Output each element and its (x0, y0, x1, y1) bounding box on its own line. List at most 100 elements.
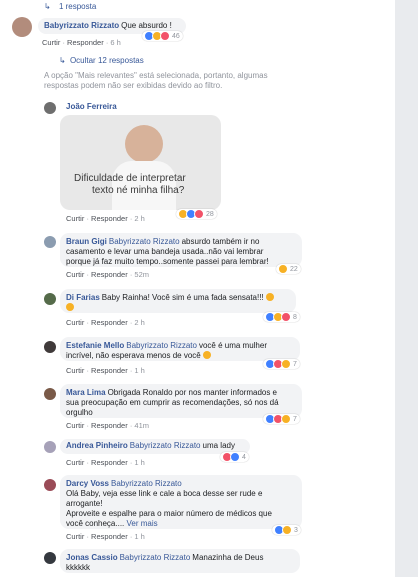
love-reaction-icon (281, 312, 291, 322)
like-action[interactable]: Curtir (66, 532, 84, 541)
reply-action[interactable]: Responder (91, 532, 128, 541)
reaction-summary[interactable]: 3 (272, 525, 301, 535)
avatar[interactable] (44, 341, 56, 353)
mention-tag[interactable]: Babyrizzato Rizzato (109, 237, 180, 246)
comment-author[interactable]: Estefanie Mello (66, 341, 124, 350)
love-reaction-icon (194, 209, 204, 219)
comment-bubble: Braun Gigi Babyrizzato Rizzato absurdo tam… (60, 233, 302, 267)
separator: · (129, 214, 133, 223)
view-replies-label: 1 resposta (58, 2, 97, 11)
reaction-summary[interactable]: 4 (220, 452, 249, 462)
meme-caption-line: texto né minha filha? (92, 185, 185, 196)
like-action[interactable]: Curtir (66, 366, 84, 375)
reply-action[interactable]: Responder (91, 214, 128, 223)
haha-reaction-icon (281, 414, 291, 424)
hide-replies-link[interactable]: ↳ Ocultar 12 respostas (59, 56, 144, 65)
mention-tag[interactable]: Babyrizzato Rizzato (111, 479, 182, 488)
reply-action[interactable]: Responder (91, 458, 128, 467)
separator: · (129, 421, 133, 430)
comment-time[interactable]: 2 h (134, 318, 144, 327)
avatar[interactable] (12, 17, 32, 37)
comment-text: sua preocupação em cumprir as recomendaç… (66, 398, 279, 407)
separator: · (129, 270, 133, 279)
reaction-count: 8 (293, 313, 297, 321)
separator: · (86, 318, 89, 327)
comment-author[interactable]: Babyrizzato Rizzato (44, 21, 119, 30)
separator: · (86, 214, 89, 223)
reaction-summary[interactable]: 22 (276, 264, 301, 274)
reaction-count: 7 (293, 360, 297, 368)
avatar[interactable] (44, 236, 56, 248)
comment-author[interactable]: Darcy Voss (66, 479, 109, 488)
avatar[interactable] (44, 441, 56, 453)
see-more-link[interactable]: Ver mais (127, 519, 158, 528)
mention-tag[interactable]: Babyrizzato Rizzato (130, 441, 201, 450)
person-face-graphic (125, 125, 163, 163)
reaction-count: 7 (293, 415, 297, 423)
comment-time[interactable]: 2 h (134, 214, 144, 223)
like-action[interactable]: Curtir (66, 458, 84, 467)
heart-eyes-emoji-icon (66, 303, 74, 311)
comment-image[interactable]: Dificuldade de interpretar texto né minh… (60, 115, 221, 210)
like-reaction-icon (230, 452, 240, 462)
reply-action[interactable]: Responder (67, 38, 104, 47)
comment-time[interactable]: 1 h (134, 458, 144, 467)
reaction-summary[interactable]: 28 (176, 209, 217, 219)
reply-action[interactable]: Responder (91, 318, 128, 327)
avatar[interactable] (44, 552, 56, 564)
comment-author[interactable]: Mara Lima (66, 388, 106, 397)
comment-actions: Curtir · Responder · 2 h (66, 318, 145, 327)
comment-bubble: Darcy Voss Babyrizzato Rizzato Olá Baby, … (60, 475, 302, 529)
reaction-summary[interactable]: 7 (263, 414, 300, 424)
comment-text: absurdo também ir no (181, 237, 260, 246)
avatar[interactable] (44, 479, 56, 491)
comment-bubble: Mara Lima Obrigada Ronaldo por nos manter… (60, 384, 302, 418)
separator: · (105, 38, 109, 47)
comment-text: você conheça.... (66, 519, 125, 528)
comment-author[interactable]: Andrea Pinheiro (66, 441, 128, 450)
mention-tag[interactable]: Babyrizzato Rizzato (120, 553, 191, 562)
comment-text: Que absurdo ! (121, 21, 172, 30)
comment-author[interactable]: Braun Gigi (66, 237, 107, 246)
like-action[interactable]: Curtir (66, 318, 84, 327)
comment-time[interactable]: 1 h (134, 366, 144, 375)
comment-actions: Curtir · Responder · 1 h (66, 532, 145, 541)
haha-reaction-icon (282, 525, 292, 535)
comment-text: porque já faz muito tempo..somente passe… (66, 257, 269, 266)
reaction-summary[interactable]: 8 (263, 312, 300, 322)
comment-time[interactable]: 1 h (134, 532, 144, 541)
reaction-count: 4 (242, 453, 246, 461)
reply-action[interactable]: Responder (91, 270, 128, 279)
comment-time[interactable]: 52m (134, 270, 149, 279)
comment-text: kkkkkk (66, 563, 90, 572)
avatar[interactable] (44, 293, 56, 305)
like-action[interactable]: Curtir (42, 38, 60, 47)
meme-caption: Dificuldade de interpretar texto né minh… (74, 173, 186, 197)
like-action[interactable]: Curtir (66, 421, 84, 430)
like-action[interactable]: Curtir (66, 214, 84, 223)
comment-text: incrível, não esperava menos de você (66, 351, 201, 360)
comment-actions: Curtir · Responder · 6 h (42, 38, 121, 47)
mention-tag[interactable]: Babyrizzato Rizzato (126, 341, 197, 350)
reaction-summary[interactable]: 46 (142, 31, 183, 41)
right-sidebar-strip (395, 0, 418, 577)
reply-action[interactable]: Responder (91, 366, 128, 375)
separator: · (129, 366, 133, 375)
comment-author[interactable]: Di Farias (66, 293, 100, 302)
avatar[interactable] (44, 102, 56, 114)
view-replies-link[interactable]: ↳ 1 resposta (44, 2, 96, 11)
comment-text: você é uma mulher (198, 341, 267, 350)
comment-text: arrogante! (66, 499, 103, 508)
comment-time[interactable]: 41m (134, 421, 149, 430)
reply-action[interactable]: Responder (91, 421, 128, 430)
filter-notice: A opção "Mais relevantes" está seleciona… (44, 71, 374, 91)
reaction-count: 22 (290, 265, 298, 273)
reaction-count: 28 (206, 210, 214, 218)
comment-time[interactable]: 6 h (110, 38, 120, 47)
reaction-summary[interactable]: 7 (263, 359, 300, 369)
like-action[interactable]: Curtir (66, 270, 84, 279)
comment-author[interactable]: Jonas Cassio (66, 553, 118, 562)
avatar[interactable] (44, 388, 56, 400)
comment-author[interactable]: João Ferreira (66, 102, 117, 111)
comment-actions: Curtir · Responder · 52m (66, 270, 149, 279)
